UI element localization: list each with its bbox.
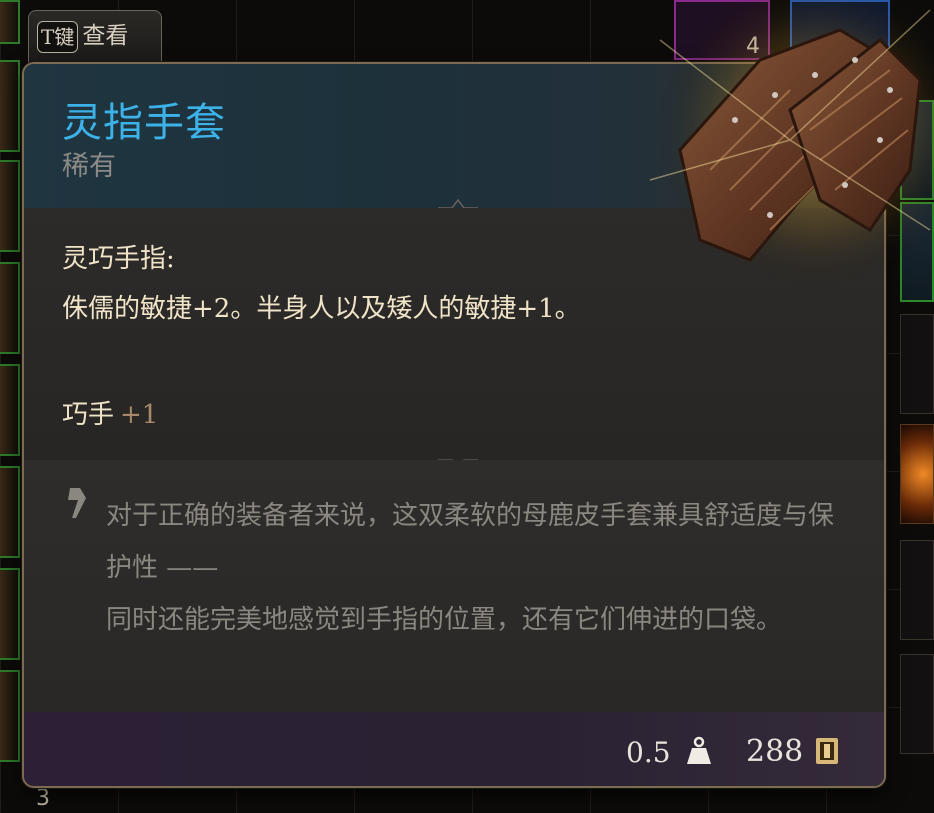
left-inventory-column bbox=[0, 0, 22, 813]
inventory-slot-boots[interactable] bbox=[790, 0, 890, 60]
ability-value: +1 bbox=[120, 400, 159, 430]
inventory-slot[interactable] bbox=[0, 262, 20, 354]
inventory-slot[interactable] bbox=[0, 364, 20, 456]
item-price: 288 bbox=[746, 734, 804, 769]
tooltip-footer: 0.5 288 bbox=[24, 712, 884, 786]
inventory-slot[interactable] bbox=[0, 60, 20, 152]
item-tooltip: 灵指手套 稀有 灵巧手指: 侏儒的敏捷+2。半身人以及矮人的敏捷+1。 巧手 +1… bbox=[22, 62, 886, 788]
inventory-slot[interactable] bbox=[0, 160, 20, 252]
inventory-slot[interactable] bbox=[900, 654, 934, 754]
effect-description: 侏儒的敏捷+2。半身人以及矮人的敏捷+1。 bbox=[62, 294, 581, 324]
item-rarity: 稀有 bbox=[62, 151, 116, 182]
item-name: 灵指手套 bbox=[62, 100, 226, 146]
ability-name: 巧手 bbox=[62, 400, 115, 430]
inventory-slot[interactable] bbox=[900, 424, 934, 524]
weight-icon bbox=[687, 736, 711, 764]
flavor-line: 同时还能完美地感觉到手指的位置，还有它们伸进的口袋。 bbox=[106, 605, 783, 635]
item-weight: 0.5 bbox=[626, 736, 671, 769]
stack-count: 3 bbox=[36, 786, 50, 811]
gold-coin-icon bbox=[816, 738, 838, 764]
inspect-label: 查看 bbox=[82, 23, 129, 49]
inventory-slot[interactable] bbox=[0, 670, 20, 762]
quote-mark-icon bbox=[68, 488, 86, 518]
tooltip-header: 灵指手套 稀有 bbox=[24, 64, 884, 208]
flavor-line: 对于正确的装备者来说，这双柔软的母鹿皮手套兼具舒适度与保护性 —— bbox=[106, 501, 835, 583]
item-properties: 灵巧手指: 侏儒的敏捷+2。半身人以及矮人的敏捷+1。 巧手 +1 bbox=[24, 208, 884, 460]
inventory-slot[interactable] bbox=[900, 314, 934, 414]
inventory-slot[interactable] bbox=[0, 0, 20, 44]
ability-bonus: 巧手 +1 bbox=[62, 394, 158, 431]
keyboard-key-icon: T键 bbox=[37, 21, 79, 53]
stack-count: 4 bbox=[746, 34, 760, 59]
inventory-slot[interactable] bbox=[900, 100, 934, 200]
inventory-slot[interactable] bbox=[900, 202, 934, 302]
flavor-section: 对于正确的装备者来说，这双柔软的母鹿皮手套兼具舒适度与保护性 —— 同时还能完美… bbox=[24, 460, 884, 712]
right-inventory-column bbox=[878, 0, 934, 813]
effect-title: 灵巧手指: bbox=[62, 244, 175, 274]
inventory-slot[interactable] bbox=[0, 568, 20, 660]
flavor-text: 对于正确的装备者来说，这双柔软的母鹿皮手套兼具舒适度与保护性 —— 同时还能完美… bbox=[106, 490, 856, 646]
inventory-slot[interactable] bbox=[900, 540, 934, 640]
inspect-hint-tab[interactable]: T键 查看 bbox=[28, 10, 162, 64]
inventory-slot[interactable] bbox=[0, 466, 20, 558]
